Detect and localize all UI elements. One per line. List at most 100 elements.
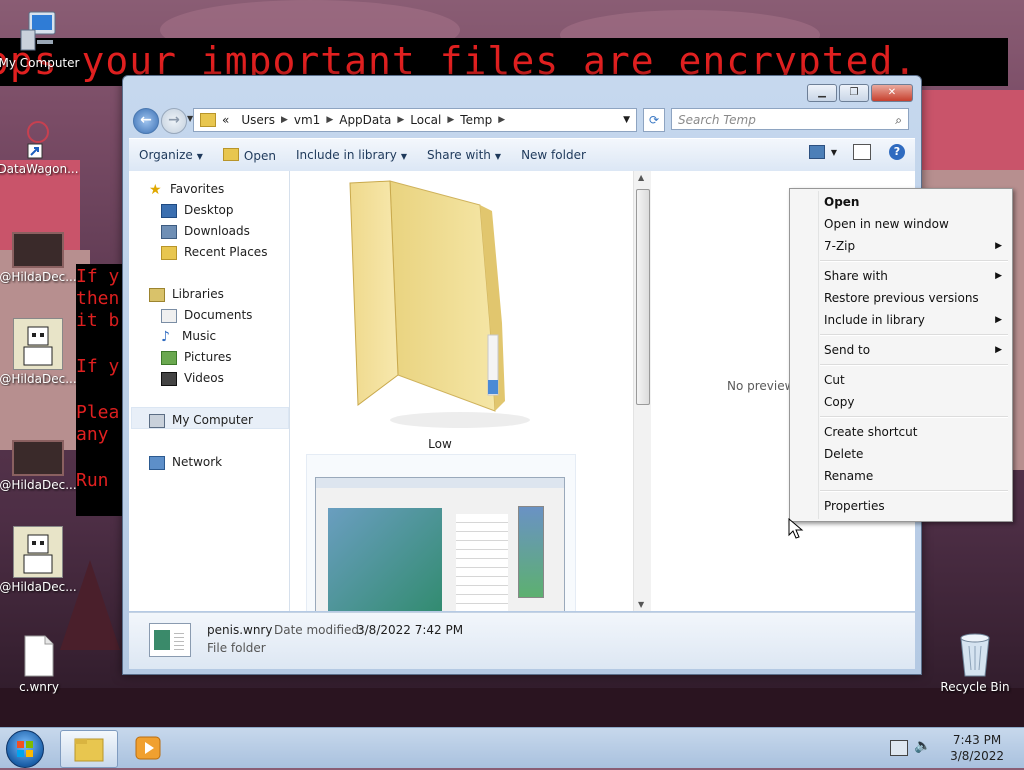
help-icon[interactable]: ? bbox=[889, 144, 905, 160]
scrollbar-thumb[interactable] bbox=[636, 189, 650, 405]
menu-item-copy[interactable]: Copy bbox=[824, 392, 1006, 412]
include-in-library-button[interactable]: Include in library ▼ bbox=[286, 148, 417, 162]
breadcrumb-users[interactable]: Users bbox=[235, 113, 281, 127]
menu-item-send-to[interactable]: Send to ▶ bbox=[824, 340, 1006, 360]
ransom-note-line: it b bbox=[76, 310, 120, 331]
menu-item-open[interactable]: Open bbox=[824, 192, 1006, 212]
menu-item-open-in-new-window[interactable]: Open in new window bbox=[824, 214, 1006, 234]
preview-pane-icon[interactable] bbox=[853, 144, 871, 160]
address-bar[interactable]: « Users ▶ vm1 ▶ AppData ▶ Local ▶ Temp ▶ ▼ bbox=[193, 108, 637, 132]
preview-message: No preview bbox=[727, 379, 795, 393]
desktop-icon-hilda-4[interactable]: @HildaDec... bbox=[0, 526, 80, 594]
menu-item-7zip[interactable]: 7-Zip ▶ bbox=[824, 236, 1006, 256]
folder-icon bbox=[74, 738, 104, 762]
desktop-icon-datawagon[interactable]: DataWagon... bbox=[0, 118, 80, 176]
chevron-right-icon[interactable]: ▶ bbox=[447, 115, 454, 125]
menu-item-label: Share with bbox=[824, 269, 888, 283]
start-button[interactable] bbox=[6, 730, 44, 768]
chevron-right-icon[interactable]: ▶ bbox=[326, 115, 333, 125]
nav-libraries[interactable]: Libraries bbox=[149, 284, 224, 305]
menu-item-label: Copy bbox=[824, 395, 855, 409]
desktop-icon-hilda-2[interactable]: @HildaDec... bbox=[0, 318, 80, 386]
taskbar-media-player-button[interactable] bbox=[120, 730, 176, 766]
refresh-button[interactable]: ⟳ bbox=[643, 108, 665, 132]
chevron-down-icon: ▼ bbox=[400, 152, 407, 161]
menu-item-label: 7-Zip bbox=[824, 239, 856, 253]
breadcrumb-temp[interactable]: Temp bbox=[454, 113, 498, 127]
chevron-right-icon[interactable]: ▶ bbox=[281, 115, 288, 125]
nav-recent-places-label: Recent Places bbox=[184, 245, 268, 259]
menu-item-restore-previous-versions[interactable]: Restore previous versions bbox=[824, 288, 1006, 308]
nav-music[interactable]: ♪ Music bbox=[161, 326, 216, 347]
organize-button[interactable]: Organize ▼ bbox=[129, 148, 213, 162]
desktop-icon-hilda-1[interactable]: @HildaDec... bbox=[0, 232, 80, 284]
share-with-button[interactable]: Share with ▼ bbox=[417, 148, 511, 162]
scroll-up-icon[interactable]: ▲ bbox=[638, 173, 644, 182]
desktop-icon-hilda-3[interactable]: @HildaDec... bbox=[0, 440, 80, 492]
network-tray-icon[interactable] bbox=[890, 740, 908, 756]
nav-downloads[interactable]: Downloads bbox=[161, 221, 250, 242]
forward-button[interactable]: → bbox=[161, 108, 187, 134]
menu-item-label: Delete bbox=[824, 447, 864, 461]
file-item-low[interactable]: Low bbox=[320, 175, 560, 451]
nav-pictures[interactable]: Pictures bbox=[161, 347, 232, 368]
desktop-icon-my-computer[interactable]: My Computer bbox=[0, 10, 81, 70]
close-button[interactable]: ✕ bbox=[871, 84, 913, 102]
nav-desktop[interactable]: Desktop bbox=[161, 200, 234, 221]
search-icon[interactable]: ⌕ bbox=[895, 109, 902, 131]
back-button[interactable]: ← bbox=[133, 108, 159, 134]
maximize-button[interactable]: ❐ bbox=[839, 84, 869, 102]
window-controls: ▁ ❐ ✕ bbox=[805, 84, 913, 102]
breadcrumb-overflow[interactable]: « bbox=[216, 113, 235, 127]
nav-documents[interactable]: Documents bbox=[161, 305, 252, 326]
bitmap-icon bbox=[12, 440, 64, 476]
nav-videos[interactable]: Videos bbox=[161, 368, 224, 389]
clock[interactable]: 7:43 PM 3/8/2022 bbox=[950, 732, 1004, 764]
context-menu: Open Open in new window 7-Zip ▶ Share wit… bbox=[789, 188, 1013, 522]
minimize-button[interactable]: ▁ bbox=[807, 84, 837, 102]
nav-network-label: Network bbox=[172, 455, 223, 469]
nav-my-computer[interactable]: My Computer bbox=[149, 410, 253, 431]
nav-favorites[interactable]: ★ Favorites bbox=[149, 179, 224, 200]
menu-item-properties[interactable]: Properties bbox=[824, 496, 1006, 516]
scroll-down-icon[interactable]: ▼ bbox=[638, 600, 644, 609]
ransom-note-line: If y bbox=[76, 356, 120, 377]
open-button[interactable]: Open bbox=[213, 147, 286, 163]
breadcrumb-local[interactable]: Local bbox=[404, 113, 447, 127]
desktop-icon-recycle-bin[interactable]: Recycle Bin bbox=[933, 630, 1017, 694]
details-date-value: 3/8/2022 7:42 PM bbox=[357, 623, 464, 637]
menu-item-label: Include in library bbox=[824, 313, 925, 327]
change-view-icon[interactable] bbox=[808, 145, 825, 159]
breadcrumb-appdata[interactable]: AppData bbox=[333, 113, 397, 127]
search-placeholder: Search Temp bbox=[678, 113, 756, 127]
chevron-down-icon[interactable]: ▼ bbox=[831, 148, 837, 157]
menu-item-rename[interactable]: Rename bbox=[824, 466, 1006, 486]
vertical-scrollbar[interactable]: ▲ ▼ bbox=[633, 171, 651, 611]
new-folder-button[interactable]: New folder bbox=[511, 148, 596, 162]
nav-favorites-label: Favorites bbox=[170, 182, 225, 196]
file-item-preview-folder[interactable] bbox=[306, 454, 576, 611]
thumbnail-titlebar bbox=[316, 478, 564, 488]
pictures-icon bbox=[161, 350, 177, 365]
shortcut-icon bbox=[18, 118, 58, 160]
desktop-icon-c-wnry[interactable]: c.wnry bbox=[0, 634, 81, 694]
taskbar-explorer-button[interactable] bbox=[60, 730, 118, 768]
address-dropdown-icon[interactable]: ▼ bbox=[623, 115, 630, 125]
nav-recent-places[interactable]: Recent Places bbox=[161, 242, 267, 263]
search-input[interactable]: Search Temp ⌕ bbox=[671, 108, 909, 130]
thumbnail-lines bbox=[456, 514, 508, 611]
menu-separator bbox=[820, 260, 1008, 262]
menu-item-share-with[interactable]: Share with ▶ bbox=[824, 266, 1006, 286]
menu-item-delete[interactable]: Delete bbox=[824, 444, 1006, 464]
menu-item-label: Send to bbox=[824, 343, 871, 357]
menu-item-cut[interactable]: Cut bbox=[824, 370, 1006, 390]
chevron-right-icon[interactable]: ▶ bbox=[498, 115, 505, 125]
nav-network[interactable]: Network bbox=[149, 452, 222, 473]
computer-icon bbox=[19, 10, 59, 54]
menu-item-create-shortcut[interactable]: Create shortcut bbox=[824, 422, 1006, 442]
volume-icon[interactable]: 🔈 bbox=[914, 738, 931, 754]
nav-desktop-label: Desktop bbox=[184, 203, 234, 217]
chevron-right-icon[interactable]: ▶ bbox=[397, 115, 404, 125]
breadcrumb-vm1[interactable]: vm1 bbox=[288, 113, 326, 127]
menu-item-include-in-library[interactable]: Include in library ▶ bbox=[824, 310, 1006, 330]
